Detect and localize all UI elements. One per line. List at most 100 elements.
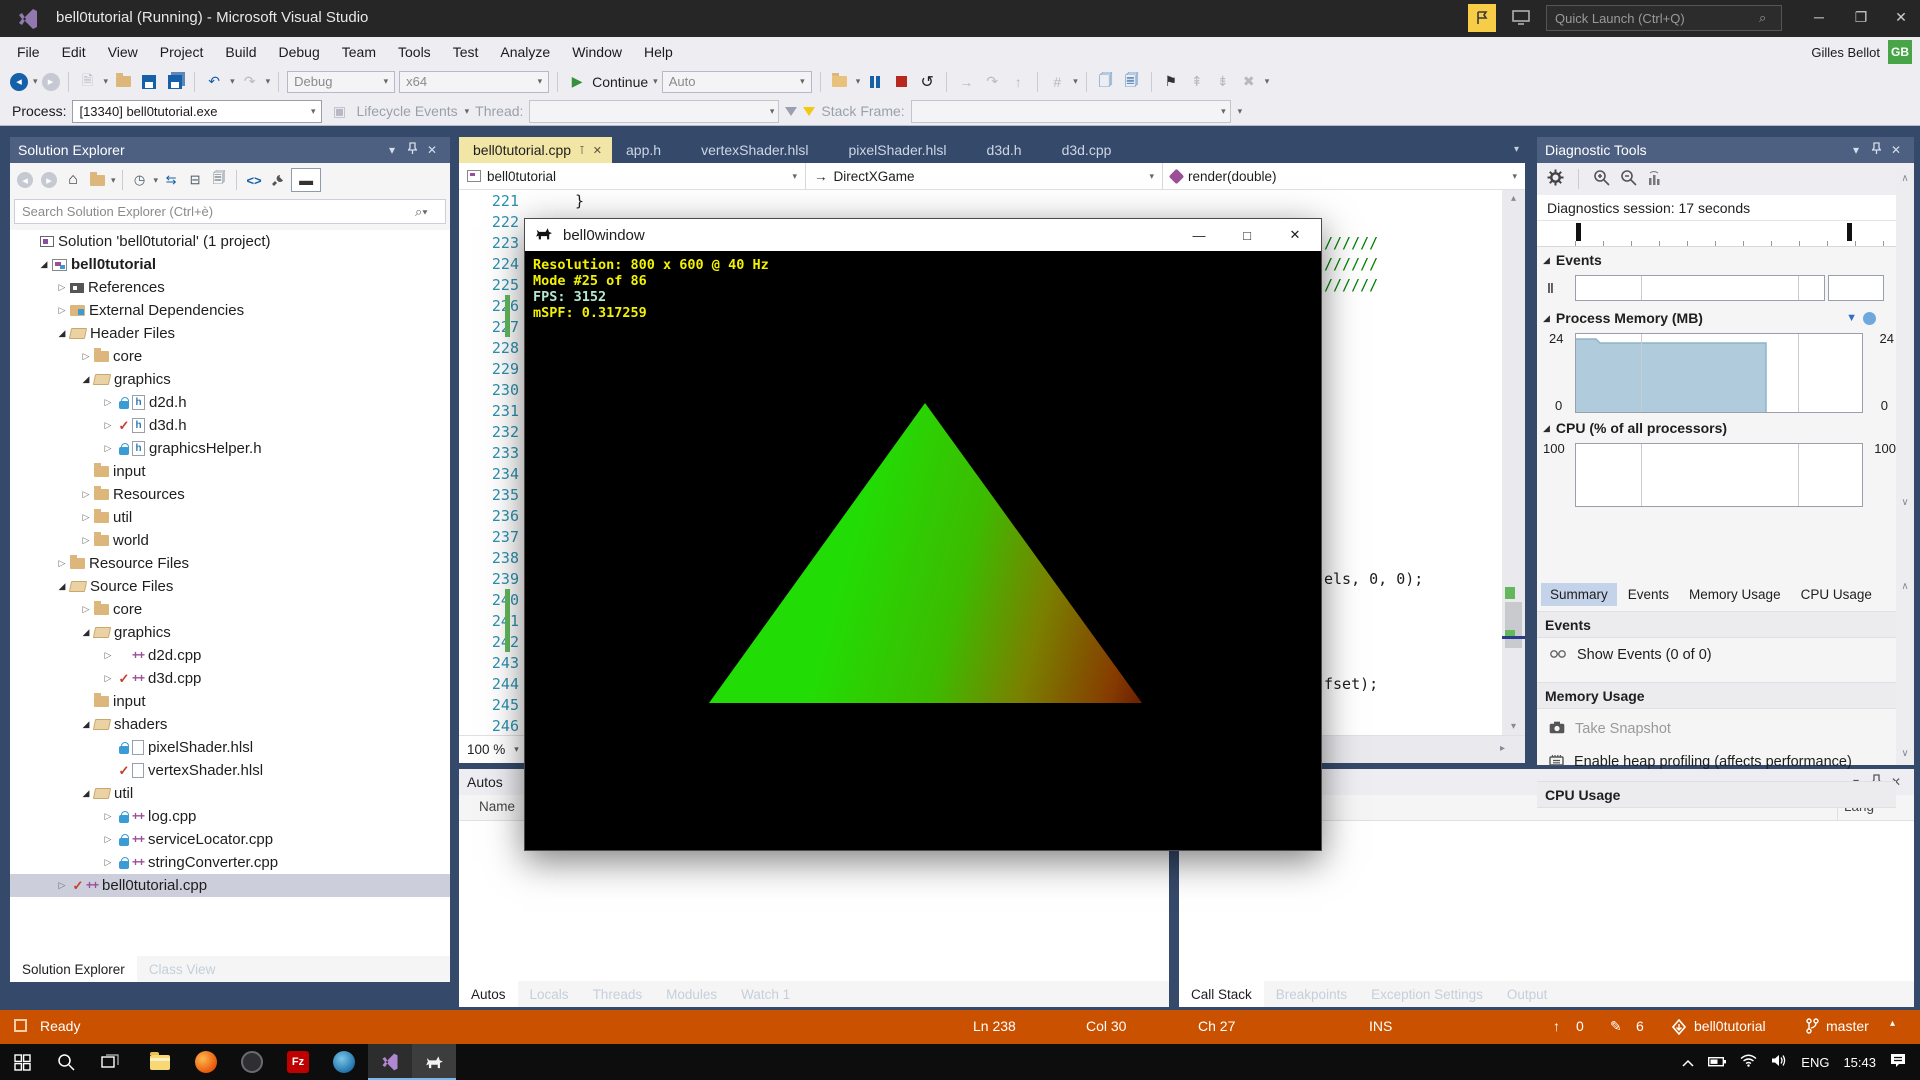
maximize-button[interactable]: □ [1225,219,1269,251]
tree-item[interactable]: ▷hgraphicsHelper.h [10,437,450,460]
solution-configuration-combo[interactable]: Debug▾ [287,71,395,93]
solution-search-input[interactable] [15,204,415,219]
branch-menu-caret[interactable]: ▴ [1890,1018,1895,1029]
repository-icon[interactable] [1672,1019,1686,1038]
script-dropdown[interactable]: ▾ [1073,76,1078,87]
continue-dropdown[interactable]: ▾ [653,76,658,87]
scrollbar-thumb[interactable] [1505,602,1522,648]
undo-icon[interactable]: ↶ [203,71,225,93]
app-icon-blue[interactable] [322,1044,366,1080]
quick-launch-box[interactable]: ⌕ [1546,5,1782,31]
restart-icon[interactable]: ↺ [916,71,938,93]
action-center-icon[interactable] [1890,1053,1906,1071]
thread-combo[interactable]: ▾ [529,100,779,123]
collapsed-arrow-icon[interactable]: ▷ [78,489,94,500]
tree-item[interactable]: ▷world [10,529,450,552]
minimize-button[interactable]: ─ [1798,0,1840,34]
diagnostic-tools-title-bar[interactable]: Diagnostic Tools ▾ ✕ [1537,137,1914,163]
flag-threads-icon[interactable] [785,107,797,116]
collapsed-arrow-icon[interactable]: ▷ [100,650,116,661]
app-icon-dark-circle[interactable] [230,1044,274,1080]
pending-edits-icon[interactable]: ✎ [1610,1018,1622,1035]
solution-search-box[interactable]: ⌕▾ [14,199,446,224]
break-all-icon[interactable] [864,71,886,93]
scroll-up-arrow-icon[interactable]: ∧ [1896,173,1914,184]
tree-item[interactable]: ▷External Dependencies [10,299,450,322]
scroll-up-arrow-icon[interactable]: ∧ [1896,581,1914,592]
new-file-icon[interactable]: 🗎 [77,71,99,93]
menu-item-project[interactable]: Project [149,39,215,65]
start-button[interactable] [0,1044,44,1080]
continue-icon[interactable]: ▶ [566,71,588,93]
tree-item[interactable]: input [10,690,450,713]
tree-item[interactable]: ▷References [10,276,450,299]
diagnostics-scrollbar[interactable]: ∧ ∨ ∧ ∨ [1896,169,1914,765]
document-tab[interactable]: app.h [612,137,687,163]
navigate-forward-icon[interactable]: ▸ [42,73,60,91]
timeline-ruler[interactable] [1537,221,1896,247]
document-outline-icon[interactable]: 🗍 [1095,71,1117,93]
minimize-button[interactable]: — [1177,219,1221,251]
tree-item[interactable]: ▷core [10,598,450,621]
expanded-arrow-icon[interactable]: ◢ [54,328,70,339]
file-explorer-icon[interactable] [138,1044,182,1080]
settings-gear-icon[interactable] [1547,169,1564,189]
tree-item[interactable]: ▷++log.cpp [10,805,450,828]
menu-item-help[interactable]: Help [633,39,684,65]
tab-watch-1[interactable]: Watch 1 [729,981,802,1007]
menu-item-team[interactable]: Team [331,39,387,65]
switch-views-icon[interactable] [86,169,108,191]
tab-autos[interactable]: Autos [459,981,518,1007]
menu-item-tools[interactable]: Tools [387,39,442,65]
tree-item[interactable]: ▷++d2d.cpp [10,644,450,667]
tab-breakpoints[interactable]: Breakpoints [1264,981,1359,1007]
tree-item[interactable]: ◢graphics [10,621,450,644]
expanded-arrow-icon[interactable]: ◢ [78,627,94,638]
heap-profiling-row[interactable]: Enable heap profiling (affects performan… [1537,748,1896,776]
wifi-icon[interactable] [1740,1054,1757,1070]
navigate-back-dropdown[interactable]: ▾ [33,76,38,87]
compare-files-icon[interactable]: 🗐 [1121,71,1143,93]
tree-item[interactable]: ◢graphics [10,368,450,391]
lifecycle-events-button[interactable]: Lifecycle Events [356,103,457,119]
tree-item[interactable]: ▷✓hd3d.h [10,414,450,437]
filezilla-icon[interactable]: Fz [276,1044,320,1080]
tray-expand-chevron[interactable] [1682,1055,1694,1070]
zoom-control[interactable]: 100 %▾ [459,736,528,763]
clock[interactable]: 15:43 [1843,1055,1876,1070]
se-forward-icon[interactable]: ▸ [38,169,60,191]
tab-modules[interactable]: Modules [654,981,729,1007]
continue-button[interactable]: Continue [592,74,648,90]
properties-icon[interactable] [267,169,289,191]
toolbar-overflow-1[interactable]: ▾ [856,76,861,87]
step-out-icon[interactable]: ↑ [1007,71,1029,93]
collapsed-arrow-icon[interactable]: ▷ [78,351,94,362]
tree-item[interactable]: ✓vertexShader.hlsl [10,759,450,782]
show-all-files-icon[interactable]: 🗐 [208,169,230,191]
collapsed-arrow-icon[interactable]: ▷ [100,811,116,822]
tab-locals[interactable]: Locals [518,981,581,1007]
bell0window-app-window[interactable]: bell0window — □ ✕ Resolution: 800 x 600 … [524,218,1322,851]
collapsed-arrow-icon[interactable]: ▷ [78,512,94,523]
restore-button[interactable]: ❐ [1840,0,1882,34]
next-bookmark-icon[interactable]: ⇟ [1212,71,1234,93]
toolbar-overflow-2[interactable]: ▾ [1265,76,1270,87]
sync-with-active-document-icon[interactable]: ⇆ [160,169,182,191]
pending-edits-count[interactable]: 6 [1636,1018,1644,1034]
tree-item[interactable]: ▷✓++bell0tutorial.cpp [10,874,450,897]
input-language[interactable]: ENG [1801,1055,1829,1070]
scroll-right-arrow-icon[interactable]: ▸ [1500,743,1505,754]
collapsed-arrow-icon[interactable]: ▷ [54,558,70,569]
unpushed-commits-icon[interactable]: ↑ [1553,1018,1560,1034]
project-dropdown[interactable]: bell0tutorial▾ [459,163,806,189]
hex-display-icon[interactable]: # [1046,71,1068,93]
visual-studio-taskbar-icon[interactable] [368,1044,412,1080]
stop-debugging-icon[interactable] [890,71,912,93]
tab-call-stack[interactable]: Call Stack [1179,981,1264,1007]
find-in-files-icon[interactable] [829,71,851,93]
window-position-icon[interactable]: ▾ [382,143,402,157]
branch-icon[interactable] [1806,1018,1819,1037]
menu-item-analyze[interactable]: Analyze [489,39,561,65]
document-tab[interactable]: d3d.h [973,137,1048,163]
document-tab[interactable]: pixelShader.hlsl [834,137,972,163]
